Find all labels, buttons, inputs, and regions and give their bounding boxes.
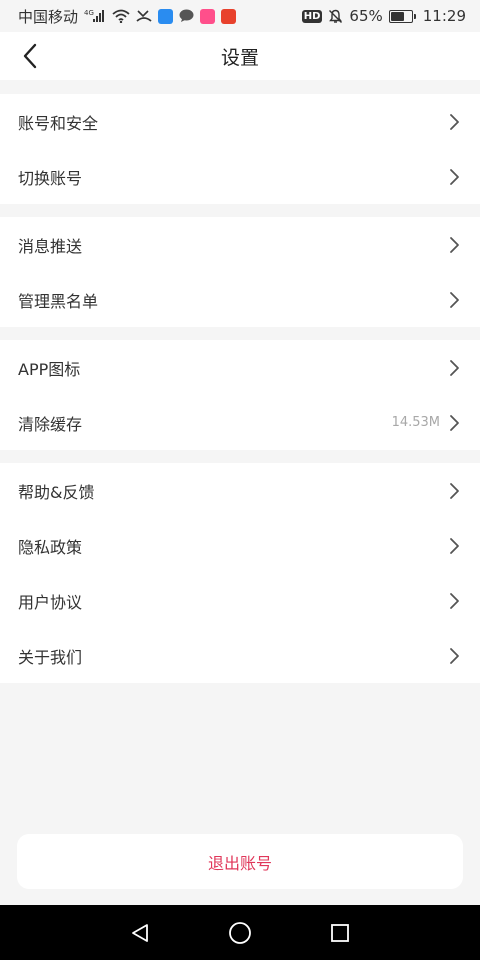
chevron-right-icon [450,647,459,664]
back-button[interactable] [14,40,46,72]
chevron-right-icon [450,113,459,130]
chevron-right-icon [450,359,459,376]
settings-group-app: APP图标 清除缓存 14.53M [0,340,480,450]
carrier-label: 中国移动 [18,7,79,26]
status-bar: 中国移动 4G HD 65% 11:29 [0,0,480,32]
settings-item-label: 管理黑名单 [18,291,99,311]
settings-item-label: 帮助&反馈 [18,482,95,502]
clock: 11:29 [422,7,466,25]
status-bar-left: 中国移动 4G [18,6,237,27]
triangle-back-icon [132,923,148,942]
square-recents-icon [331,923,349,942]
chevron-right-icon [450,537,459,554]
battery-icon [388,9,416,23]
chevron-right-icon [450,482,459,499]
missed-call-icon [136,9,152,23]
app-notification-icon [158,8,174,24]
page-title: 设置 [220,46,259,69]
bell-muted-icon [328,9,343,24]
settings-item-clear-cache[interactable]: 清除缓存 14.53M [0,395,480,450]
settings-item-privacy-policy[interactable]: 隐私政策 [0,518,480,573]
chevron-right-icon [450,592,459,609]
app-notification-icon [221,8,237,24]
battery-level-fill [390,11,404,21]
settings-group-notifications: 消息推送 管理黑名单 [0,217,480,327]
settings-item-blacklist[interactable]: 管理黑名单 [0,272,480,327]
battery-percent: 65% [349,7,383,25]
nav-recents-button[interactable] [320,913,360,953]
logout-button[interactable]: 退出账号 [17,834,463,889]
chevron-right-icon [450,414,459,431]
settings-item-label: 切换账号 [18,168,83,188]
chevron-right-icon [450,236,459,253]
settings-group-account: 账号和安全 切换账号 [0,94,480,204]
nav-home-button[interactable] [220,913,260,953]
settings-item-user-agreement[interactable]: 用户协议 [0,573,480,628]
settings-item-label: 清除缓存 [18,414,83,434]
circle-home-icon [229,921,251,944]
chevron-right-icon [450,291,459,308]
chevron-left-icon [23,43,37,69]
chevron-right-icon [450,168,459,185]
settings-item-account-security[interactable]: 账号和安全 [0,94,480,149]
status-bar-right: HD 65% 11:29 [301,7,466,25]
network-type-label: 4G [84,9,94,17]
settings-group-about: 帮助&反馈 隐私政策 用户协议 关于我们 [0,463,480,683]
settings-item-label: 关于我们 [18,647,83,667]
settings-item-label: 消息推送 [18,236,83,256]
settings-item-label: 隐私政策 [18,537,83,557]
settings-item-about-us[interactable]: 关于我们 [0,628,480,683]
system-nav-bar [0,905,480,960]
settings-item-app-icon[interactable]: APP图标 [0,340,480,395]
settings-item-label: APP图标 [18,359,81,379]
settings-item-label: 账号和安全 [18,113,99,133]
settings-item-switch-account[interactable]: 切换账号 [0,149,480,204]
wifi-icon [112,9,130,23]
top-bar: 设置 [0,32,480,80]
settings-item-help-feedback[interactable]: 帮助&反馈 [0,463,480,518]
settings-item-label: 用户协议 [18,592,83,612]
nav-back-button[interactable] [120,913,160,953]
cache-size-value: 14.53M [391,415,440,430]
settings-item-push-notifications[interactable]: 消息推送 [0,217,480,272]
hd-icon: HD [301,9,323,23]
signal-icon: 4G [84,9,106,23]
app-notification-icon [200,8,216,24]
message-bubble-icon [179,9,194,23]
